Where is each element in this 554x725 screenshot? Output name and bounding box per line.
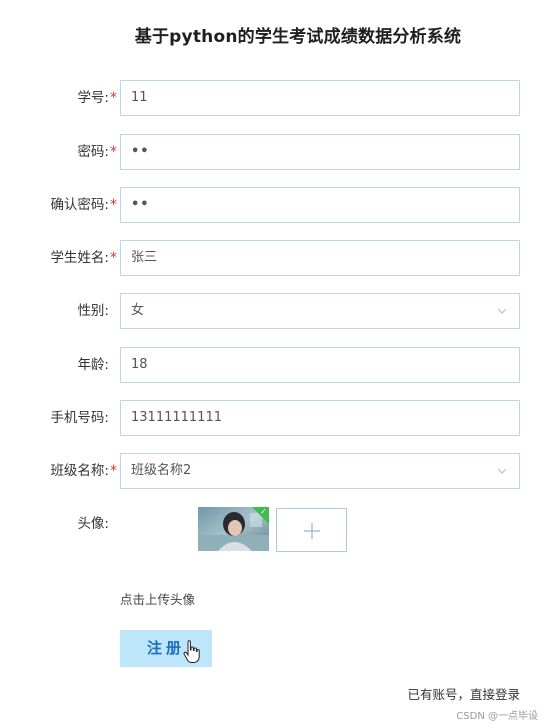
login-link[interactable]: 已有账号，直接登录	[407, 684, 520, 703]
gender-label: 性别:	[77, 303, 109, 319]
form-row-phone: 手机号码: 13111111111	[0, 400, 554, 436]
phone-label: 手机号码:	[50, 410, 109, 426]
page-title: 基于python的学生考试成绩数据分析系统	[134, 27, 462, 47]
age-input[interactable]: 18	[120, 347, 520, 383]
form-row-password: 密码: * ••	[0, 134, 554, 170]
check-icon: ✓	[260, 507, 267, 516]
class-name-label: 班级名称:	[50, 463, 109, 479]
form-row-student-id: 学号: * 11	[0, 80, 554, 116]
gender-select[interactable]: 女	[120, 293, 520, 329]
avatar-thumbnail[interactable]: ✓	[198, 507, 269, 551]
confirm-password-input[interactable]: ••	[120, 187, 520, 223]
confirm-password-label: 确认密码:	[50, 197, 109, 213]
student-name-label: 学生姓名:	[50, 250, 109, 266]
required-marker: *	[110, 197, 117, 213]
form-row-avatar: 头像: ✓	[0, 507, 554, 553]
form-row-class-name: 班级名称: * 班级名称2	[0, 453, 554, 489]
plus-icon	[304, 523, 320, 539]
class-name-select-value: 班级名称2	[131, 463, 192, 478]
age-label: 年龄:	[77, 357, 109, 373]
chevron-down-icon	[497, 468, 507, 474]
student-id-label: 学号:	[77, 90, 109, 106]
hand-pointer-icon	[183, 640, 200, 663]
avatar-upload-button[interactable]	[276, 508, 347, 552]
password-label: 密码:	[77, 144, 109, 160]
chevron-down-icon	[497, 308, 507, 314]
student-id-input[interactable]: 11	[120, 80, 520, 116]
watermark: CSDN @一点毕设	[456, 711, 538, 722]
form-row-confirm-password: 确认密码: * ••	[0, 187, 554, 223]
password-input[interactable]: ••	[120, 134, 520, 170]
form-row-age: 年龄: 18	[0, 347, 554, 383]
student-name-input[interactable]: 张三	[120, 240, 520, 276]
gender-select-value: 女	[131, 303, 145, 318]
form-row-gender: 性别: 女	[0, 293, 554, 329]
form-row-student-name: 学生姓名: * 张三	[0, 240, 554, 276]
register-page: 基于python的学生考试成绩数据分析系统 学号: * 11 密码: * •• …	[0, 0, 554, 725]
avatar-label: 头像:	[77, 516, 109, 532]
required-marker: *	[110, 90, 117, 106]
avatar-upload-hint: 点击上传头像	[120, 592, 196, 607]
required-marker: *	[110, 463, 117, 479]
class-name-select[interactable]: 班级名称2	[120, 453, 520, 489]
required-marker: *	[110, 144, 117, 160]
required-marker: *	[110, 250, 117, 266]
phone-input[interactable]: 13111111111	[120, 400, 520, 436]
